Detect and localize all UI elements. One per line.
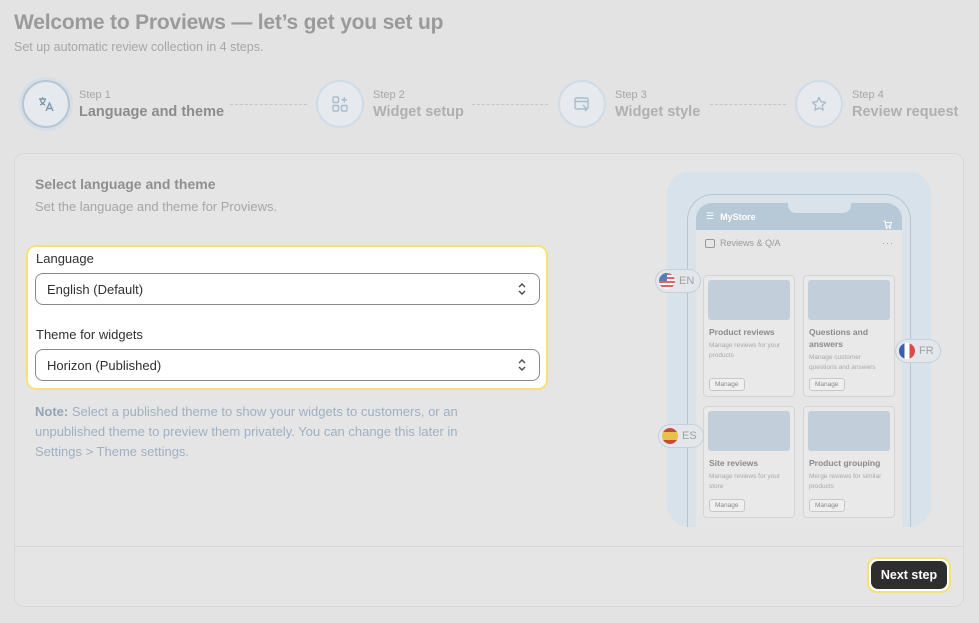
theme-label: Theme for widgets (36, 327, 143, 342)
language-code: EN (679, 275, 695, 287)
tile-description: Manage reviews for your products (709, 342, 781, 359)
cart-icon (883, 220, 892, 229)
theme-select[interactable]: Horizon (Published) (35, 349, 540, 381)
step-3[interactable]: Step 3 Widget style (558, 80, 700, 128)
tile-questions-answers: Questions and answers Manage customer qu… (803, 275, 895, 397)
paint-window-icon (558, 80, 606, 128)
select-chevron-icon (518, 283, 526, 295)
store-name: MyStore (720, 211, 756, 222)
us-flag-icon (659, 273, 675, 289)
tile-name: Site reviews (709, 458, 759, 468)
language-theme-form: Language English (Default) Theme for wid… (26, 245, 548, 390)
step-1[interactable]: Step 1 Language and theme (22, 80, 224, 128)
translate-icon (22, 80, 70, 128)
theme-note: Note: Select a published theme to show y… (35, 402, 515, 462)
phone-illustration: ☰ MyStore Reviews & Q/A ··· Product revi… (667, 172, 931, 528)
tile-product-reviews: Product reviews Manage reviews for your … (703, 275, 795, 397)
step-2[interactable]: Step 2 Widget setup (316, 80, 464, 128)
language-pill-en: EN (655, 269, 702, 293)
more-icon: ··· (882, 238, 894, 248)
step-connector (710, 104, 786, 105)
widget-add-icon (316, 80, 364, 128)
select-chevron-icon (518, 359, 526, 371)
phone-frame: ☰ MyStore Reviews & Q/A ··· Product revi… (687, 194, 911, 528)
note-line-2: unpublished theme to preview them privat… (35, 424, 458, 439)
tile-image (708, 280, 790, 320)
step-4[interactable]: Step 4 Review request (795, 80, 958, 128)
tile-manage-button: Manage (709, 499, 745, 512)
step-number: Step 4 (852, 88, 884, 101)
tile-image (808, 411, 890, 451)
tile-manage-button: Manage (709, 378, 745, 391)
step-number: Step 2 (373, 88, 405, 101)
language-label: Language (36, 251, 94, 266)
step-label: Review request (852, 103, 959, 120)
next-step-label: Next step (871, 561, 947, 589)
page-title: Welcome to Proviews — let’s get you set … (14, 11, 444, 34)
tile-site-reviews: Site reviews Manage reviews for your sto… (703, 406, 795, 518)
tile-description: Manage customer questions and answers (809, 354, 876, 371)
step-number: Step 1 (79, 88, 111, 101)
language-pill-es: ES (658, 424, 704, 448)
language-select[interactable]: English (Default) (35, 273, 540, 305)
next-step-button[interactable]: Next step (867, 557, 951, 593)
card-divider (15, 546, 963, 547)
tile-image (808, 280, 890, 320)
tile-product-grouping: Product grouping Merge reviews for simil… (803, 406, 895, 518)
language-code: ES (682, 430, 697, 442)
note-line-1: Select a published theme to show your wi… (68, 404, 458, 419)
france-flag-icon (899, 343, 915, 359)
step-connector (472, 104, 548, 105)
tile-name: Product grouping (809, 458, 881, 468)
phone-screen: ☰ MyStore Reviews & Q/A ··· Product revi… (696, 203, 902, 528)
language-code: FR (919, 345, 934, 357)
step-number: Step 3 (615, 88, 647, 101)
tile-manage-button: Manage (809, 378, 845, 391)
hamburger-icon: ☰ (706, 211, 715, 221)
tile-name: Product reviews (709, 327, 775, 337)
chat-icon (705, 238, 715, 248)
note-prefix: Note: (35, 404, 69, 419)
spain-flag-icon (662, 428, 678, 444)
note-line-3: Settings > Theme settings. (35, 444, 190, 459)
step-label: Widget style (615, 103, 701, 120)
tile-name: Questions and answers (809, 327, 869, 349)
phone-notch (788, 203, 851, 213)
step-label: Widget setup (373, 103, 464, 120)
app-title-row: Reviews & Q/A ··· (696, 230, 902, 248)
tile-description: Manage reviews for your store (709, 473, 781, 490)
step-connector (230, 104, 307, 105)
app-title: Reviews & Q/A (720, 238, 781, 248)
page-subtitle: Set up automatic review collection in 4 … (14, 40, 264, 54)
star-icon (795, 80, 843, 128)
step-label: Language and theme (79, 103, 225, 120)
tile-image (708, 411, 790, 451)
tile-description: Merge reviews for similar products (809, 473, 882, 490)
language-pill-fr: FR (895, 339, 941, 363)
setup-card: Select language and theme Set the langua… (14, 153, 964, 607)
theme-select-value: Horizon (Published) (47, 357, 162, 373)
language-select-value: English (Default) (47, 281, 144, 297)
section-title: Select language and theme (35, 176, 216, 192)
tile-manage-button: Manage (809, 499, 845, 512)
section-description: Set the language and theme for Proviews. (35, 199, 278, 214)
